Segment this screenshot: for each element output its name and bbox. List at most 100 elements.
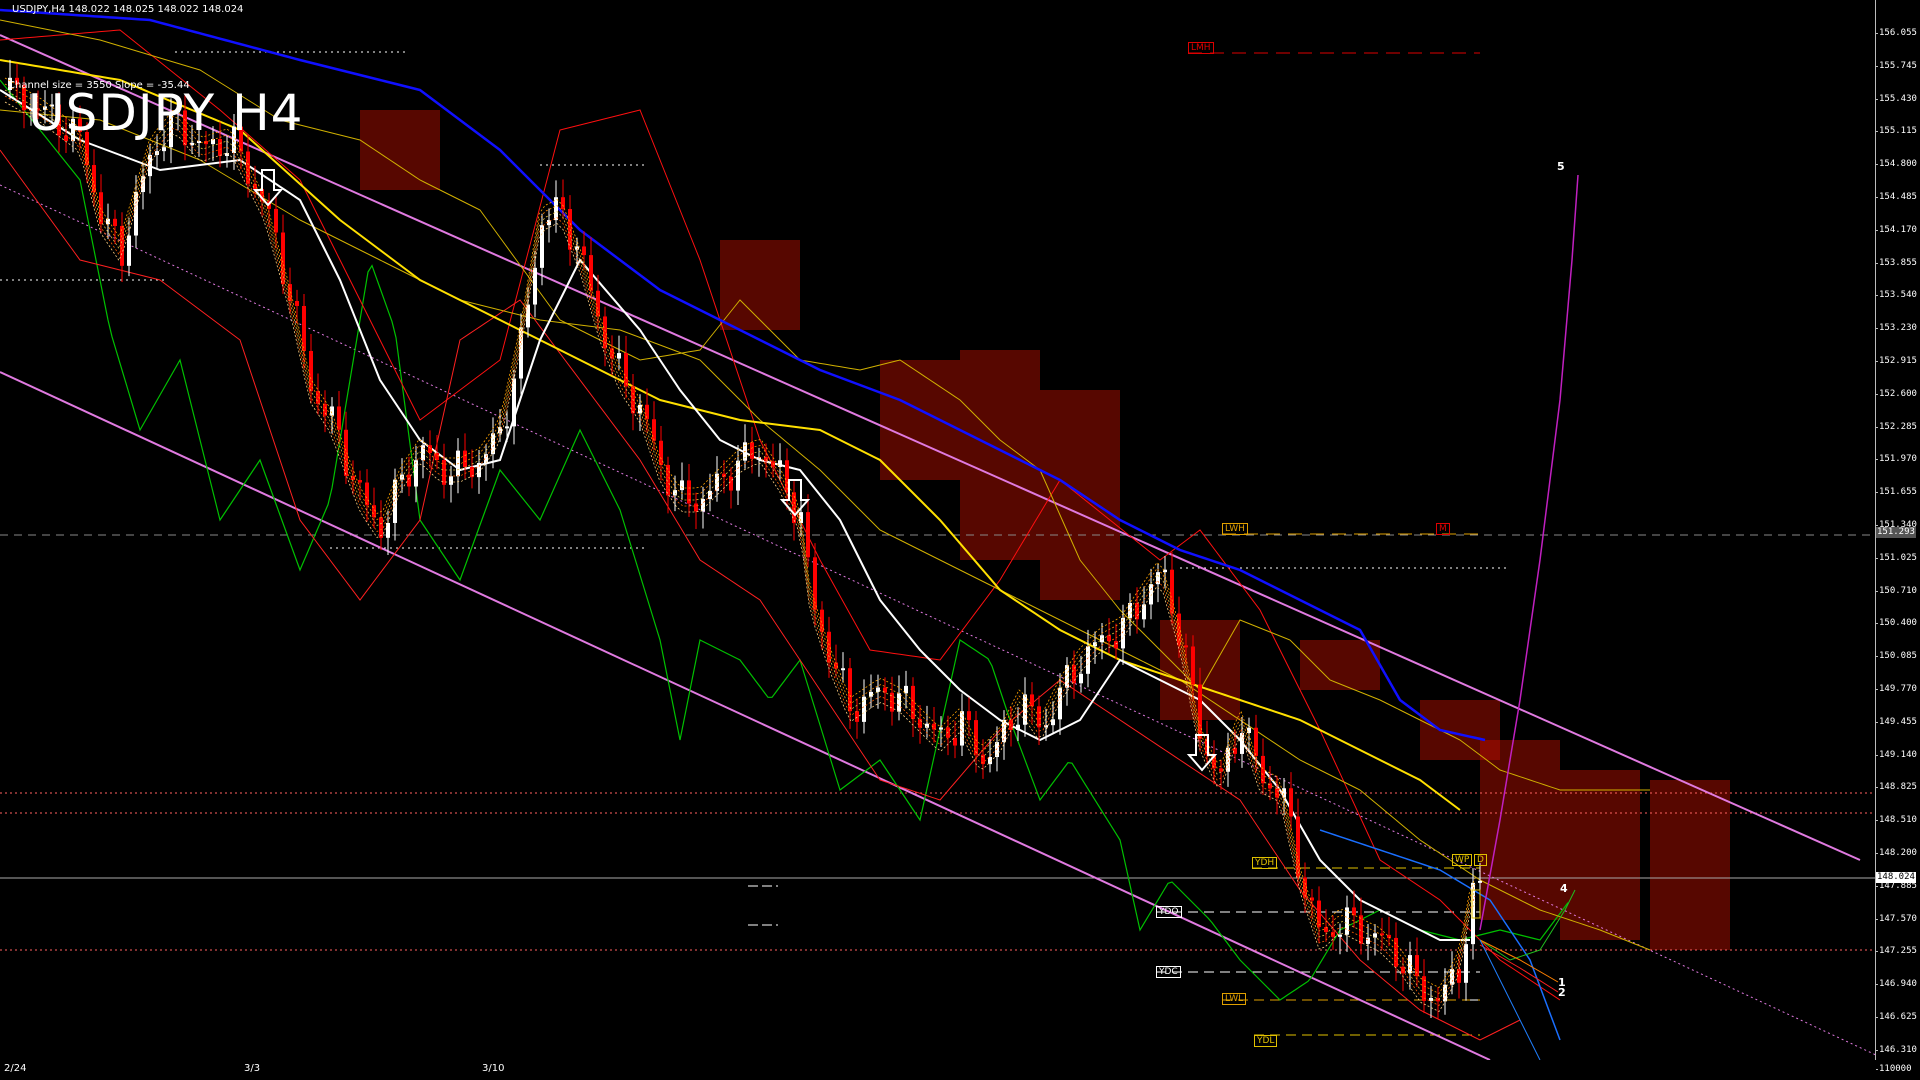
candle-body [428,445,432,453]
candle-body [967,711,971,721]
candle-body [1408,955,1412,974]
candle-body [1065,665,1069,688]
candle-body [1219,768,1223,772]
candle-body [344,429,348,476]
price-tick: 151.970 [1875,454,1917,465]
candle-body [596,290,600,317]
candle-body [512,378,516,427]
lwh-label: LWH [1222,523,1248,535]
candle-body [519,327,523,379]
cloud-segment [880,360,960,480]
candle-body [162,147,166,152]
cloud-segment [1480,740,1560,920]
candle-body [288,284,292,301]
candle-body [1191,646,1195,685]
channel-middle [0,184,1875,1056]
ydc-label: YDC [1156,966,1181,978]
lwl-label: LWL [1222,993,1247,1005]
candle-body [561,197,565,210]
candle-body [274,208,278,233]
price-tick: 149.140 [1875,749,1917,760]
ma-fan-line [4,77,1476,989]
candle-body [1247,727,1251,733]
price-chart[interactable] [0,0,1876,1060]
candle-body [638,404,642,414]
candle-body [1016,724,1020,730]
ydl-label: YDL [1254,1035,1278,1047]
chart-area[interactable]: USDJPY,H4 148.022 148.025 148.022 148.02… [0,0,1876,1060]
wp-label: WP [1452,854,1473,866]
candle-body [960,711,964,746]
candle-body [869,691,873,697]
candle-body [379,517,383,538]
price-tick: 153.540 [1875,290,1917,301]
price-tick: 148.200 [1875,848,1917,858]
marked-price-box: 151.293 [1876,527,1916,538]
candle-body [855,711,859,722]
candle-body [1177,613,1181,646]
price-tick: 146.625 [1875,1012,1917,1022]
price-tick: 151.025 [1875,552,1917,563]
candle-body [841,668,845,671]
candle-body [918,719,922,728]
candle-body [330,406,334,416]
price-tick: 146.940 [1875,979,1917,990]
candle-body [645,404,649,420]
candle-body [911,685,915,720]
candle-body [337,406,341,430]
candle-body [1450,969,1454,985]
candle-body [1422,976,1426,1001]
projection-wave-2 [1479,944,1559,993]
candle-body [729,476,733,491]
oscillator-line [0,79,1569,1001]
candle-body [1394,937,1398,967]
m-label: M [1436,523,1450,535]
wave-label-2: 2 [1558,986,1566,999]
price-tick: 150.710 [1875,585,1917,596]
candle-body [505,426,509,429]
candle-body [1478,880,1482,883]
price-tick: 153.230 [1875,323,1917,334]
candle-body [1058,687,1062,720]
price-axis[interactable]: 156.055 155.745 155.430 155.115 154.800 154.4… [1875,0,1920,1080]
cloud-segment [1040,390,1120,600]
price-tick: 155.430 [1875,93,1917,104]
candle-body [526,304,530,328]
candle-body [792,492,796,524]
candle-body [708,490,712,500]
current-price-box: 148.024 [1876,872,1916,883]
candle-body [862,696,866,722]
candle-body [806,512,810,558]
wave-label-5: 5 [1557,160,1565,173]
candle-body [1233,747,1237,754]
price-tick: 146.310 [1875,1044,1917,1055]
candle-body [1317,900,1321,928]
symbol-info: USDJPY,H4 148.022 148.025 148.022 148.02… [12,4,244,15]
candle-body [1184,645,1188,648]
price-tick: 155.115 [1875,126,1917,137]
price-tick: 147.255 [1875,946,1917,957]
candle-body [463,450,467,468]
candle-body [694,503,698,512]
candle-body [358,480,362,483]
candle-body [778,460,782,467]
candle-body [939,727,943,730]
candle-body [897,693,901,712]
ma-fan-line [4,101,1476,1013]
lmh-label: LMH [1188,42,1214,54]
candle-body [1030,694,1034,707]
candle-body [652,419,656,441]
candle-body [1156,572,1160,585]
cloud-lower-line [0,109,1651,951]
channel-info: Channel size = 3550 Slope = -35.44 [8,80,190,91]
candle-body [491,433,495,455]
candle-body [1289,788,1293,817]
price-tick: 148.825 [1875,782,1917,793]
chart-title: USDJPY H4 [28,84,304,142]
sell-arrow-icon [252,169,284,207]
price-tick: 152.600 [1875,388,1917,399]
candle-body [1072,665,1076,684]
candle-body [1296,816,1300,878]
time-axis[interactable]: 2/24 3/3 3/10 [0,1060,1876,1080]
candle-body [414,460,418,487]
